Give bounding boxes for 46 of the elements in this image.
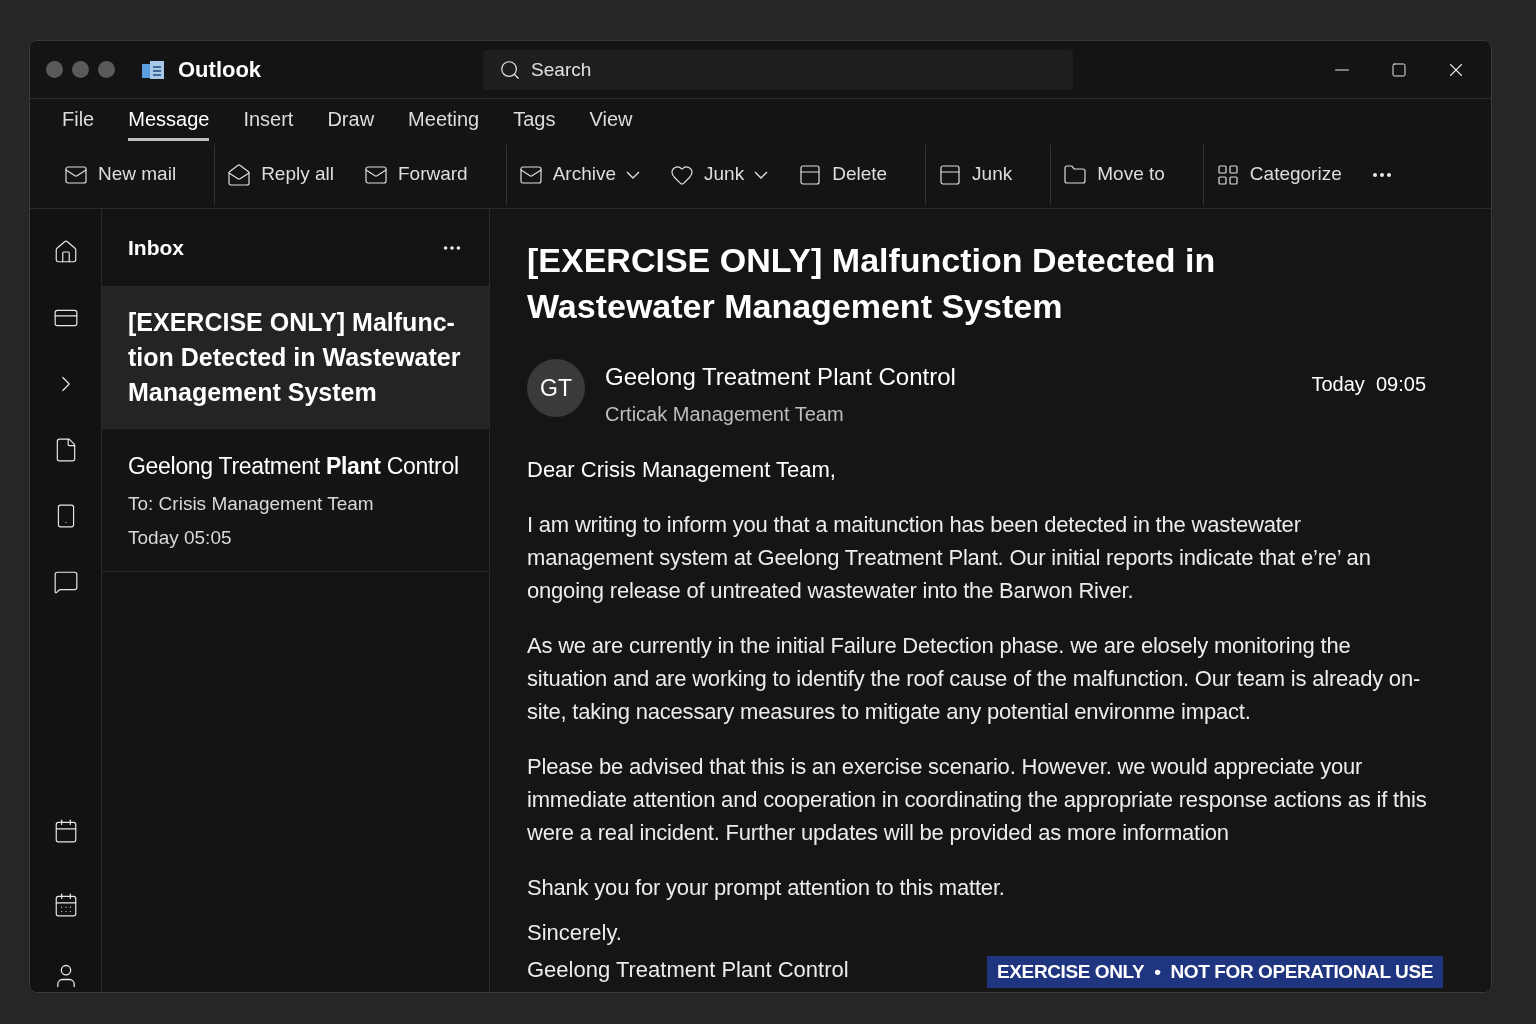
email-signature: Geelong Treatment Plant Control — [527, 956, 849, 984]
open-envelope-icon — [227, 162, 252, 187]
tray-icon — [938, 162, 963, 187]
ribbon-tab[interactable]: Insert — [243, 104, 294, 141]
email-paragraph: As we are currently in the initial Failure Detection phase. we are elosely monitoring the situation and are working to identify the roof cause of the malfunction. Our team is already on-site, taking nacessary measures to mitigate any potential environme impact. — [527, 632, 1422, 726]
message-time: Today 05:05 — [128, 526, 233, 550]
ribbon-tab[interactable]: View — [589, 104, 633, 141]
folder-title: Inbox — [128, 234, 184, 261]
ribbon-tab[interactable]: Meeting — [408, 104, 480, 141]
message-subject: [EXERCISE ONLY] Malfunc-tion Detected in Wastewater Management System — [128, 307, 462, 408]
toolbar-button[interactable]: Categorize — [1213, 152, 1344, 197]
window-title: Outlook — [178, 56, 262, 84]
tray-icon — [798, 162, 823, 187]
sender-name: Geelong Treatment Plant Control — [605, 362, 956, 392]
search-field[interactable]: Search — [483, 49, 1074, 90]
message-sender: Geelong Treatment Plant Control — [128, 452, 460, 481]
email-closing: Sincerely. — [527, 919, 623, 947]
sender-avatar: GT — [527, 359, 585, 417]
separator-dot: • — [1154, 959, 1161, 984]
toolbar-button[interactable]: Reply all — [225, 152, 336, 197]
search-icon — [499, 58, 522, 81]
email-paragraph: I am writing to inform you that a maitunction has been detected in the wastewater management system at Geelong Treatment Plant. Our initial reports indicate that e’re’ an ongoing release of untreated wastewater into the Barwon River. — [527, 511, 1372, 605]
toolbar-button[interactable]: Archive — [516, 152, 643, 197]
banner-text: NOT FOR OPERATIONAL USE — [1170, 959, 1433, 984]
ribbon-tab[interactable]: Tags — [513, 104, 556, 141]
toolbar-button[interactable]: Move to — [1061, 152, 1167, 197]
email-paragraph: Shank you for your prompt attention to this matter. — [527, 874, 1006, 902]
email-time: Today 09:05 — [1311, 372, 1426, 397]
banner-text: EXERCISE ONLY — [997, 959, 1145, 984]
ribbon-tab[interactable]: Draw — [327, 104, 375, 141]
toolbar-button[interactable]: Forward — [362, 152, 470, 197]
toolbar-button[interactable]: Junk — [668, 152, 771, 197]
chat-icon[interactable] — [52, 569, 79, 595]
toolbar-button[interactable]: Delete — [796, 152, 890, 197]
ribbon-tab[interactable]: File — [62, 104, 95, 141]
grid-icon — [1215, 162, 1240, 187]
toolbar-button[interactable]: Junk — [936, 152, 1015, 197]
maximize-icon[interactable] — [1391, 61, 1407, 78]
message-item[interactable]: [EXERCISE ONLY] Malfunc-tion Detected in Wastewater Management System Geelong Treatment Plant Control To: Crisis Management Team Today 05:05 — [102, 287, 489, 572]
folder-icon — [1063, 162, 1088, 187]
recipient-name: Crticak Management Team — [605, 402, 845, 427]
email-paragraph: Please be advised that this is an exercise scenario. However. we would appreciate your immediate attention and cooperation in coordinating the appropriate response actions as if this were a real incident. Further updates will be provided as more information — [527, 753, 1428, 847]
email-greeting: Dear Crisis Management Team, — [527, 456, 837, 484]
message-recipient: To: Crisis Management Team — [128, 491, 375, 516]
email-subject: [EXERCISE ONLY] Malfunction Detected in Wastewater Management System — [527, 240, 1217, 327]
toolbar-button[interactable]: New mail — [62, 152, 179, 197]
